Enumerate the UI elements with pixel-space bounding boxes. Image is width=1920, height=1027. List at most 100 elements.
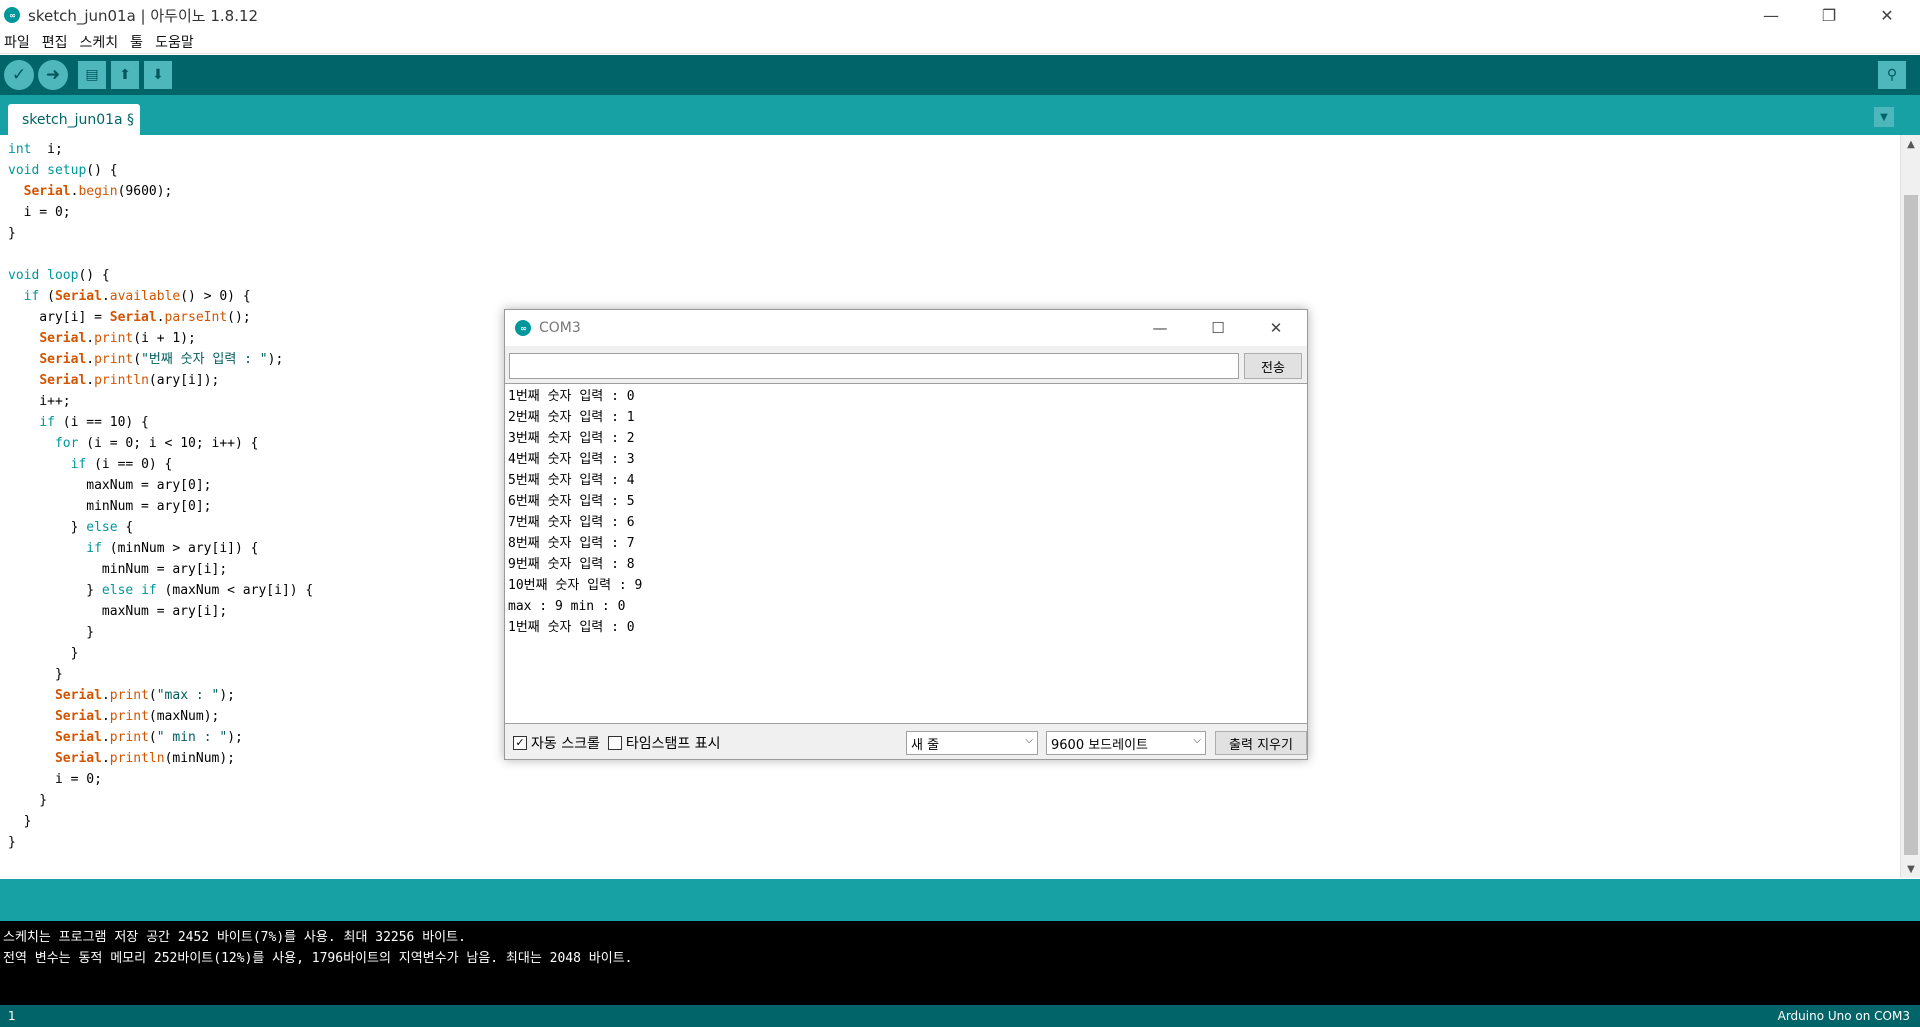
open-button[interactable]: ⬆ bbox=[111, 61, 139, 89]
menu-sketch[interactable]: 스케치 bbox=[80, 32, 119, 52]
code-line: void loop() { bbox=[8, 265, 313, 286]
code-token: maxNum = ary[i]; bbox=[8, 604, 228, 619]
code-token: (); bbox=[227, 310, 251, 325]
autoscroll-checkbox[interactable]: ✓ 자동 스크롤 bbox=[513, 733, 600, 753]
monitor-title: COM3 bbox=[539, 320, 581, 336]
code-line: maxNum = ary[0]; bbox=[8, 475, 313, 496]
verify-button[interactable]: ✓ bbox=[4, 60, 34, 90]
scroll-thumb[interactable] bbox=[1904, 195, 1918, 855]
console-line: 스케치는 프로그램 저장 공간 2452 바이트(7%)를 사용. 최대 322… bbox=[3, 930, 466, 945]
code-token: (i + 1); bbox=[133, 331, 196, 346]
line-number: 1 bbox=[8, 1009, 16, 1023]
upload-button[interactable]: ➜ bbox=[38, 60, 68, 90]
menu-tools[interactable]: 툴 bbox=[130, 32, 143, 52]
minimize-button[interactable]: — bbox=[1742, 0, 1800, 30]
code-line: Serial.print(maxNum); bbox=[8, 706, 313, 727]
monitor-close-button[interactable]: ✕ bbox=[1247, 310, 1305, 346]
console-line: 전역 변수는 동적 메모리 252바이트(12%)를 사용, 1796바이트의 … bbox=[3, 951, 633, 966]
code-token: . bbox=[86, 331, 95, 346]
code-token: } bbox=[8, 583, 102, 598]
menu-file[interactable]: 파일 bbox=[4, 32, 30, 52]
code-token: ( bbox=[133, 352, 142, 367]
scroll-down-icon[interactable]: ▼ bbox=[1901, 860, 1920, 878]
chevron-down-icon: ⌵ bbox=[1025, 735, 1033, 746]
tab-sketch[interactable]: sketch_jun01a § bbox=[8, 104, 141, 135]
menu-help[interactable]: 도움말 bbox=[155, 32, 194, 52]
code-token: available bbox=[109, 289, 181, 304]
code-token: . bbox=[86, 373, 95, 388]
code-token: else bbox=[86, 520, 118, 535]
serial-input[interactable] bbox=[509, 353, 1239, 379]
editor-scrollbar[interactable]: ▲ ▼ bbox=[1900, 135, 1920, 878]
serial-monitor-window: ∞ COM3 — ☐ ✕ 전송 1번째 숫자 입력 : 0 2번째 숫자 입력 :… bbox=[504, 309, 1308, 760]
send-button[interactable]: 전송 bbox=[1244, 353, 1302, 379]
line-ending-select[interactable]: 새 줄 ⌵ bbox=[906, 731, 1038, 755]
code-token: () { bbox=[78, 268, 110, 283]
new-sketch-button[interactable]: ▤ bbox=[78, 61, 106, 89]
restore-button[interactable]: ❐ bbox=[1800, 0, 1858, 30]
code-token: i++; bbox=[8, 394, 71, 409]
menu-edit[interactable]: 편집 bbox=[42, 32, 68, 52]
code-token: . bbox=[86, 352, 95, 367]
tab-menu-button[interactable]: ▼ bbox=[1874, 107, 1894, 127]
code-token: print bbox=[109, 730, 149, 745]
close-icon: ✕ bbox=[1880, 5, 1894, 25]
code-text[interactable]: int i; void setup() { Serial.begin(9600);… bbox=[8, 139, 313, 853]
serial-output-line: 7번째 숫자 입력 : 6 bbox=[508, 515, 635, 530]
code-token: Serial bbox=[54, 709, 102, 724]
code-token: (i == 10) { bbox=[54, 415, 149, 430]
code-token: (maxNum); bbox=[148, 709, 220, 724]
scroll-up-icon[interactable]: ▲ bbox=[1901, 135, 1920, 153]
code-token: (minNum); bbox=[164, 751, 236, 766]
code-token: println bbox=[94, 373, 149, 388]
close-icon: ✕ bbox=[1269, 319, 1283, 337]
code-line: Serial.print("max : "); bbox=[8, 685, 313, 706]
arduino-logo-icon: ∞ bbox=[4, 7, 20, 23]
code-token: i = 0; bbox=[8, 205, 71, 220]
code-line: i++; bbox=[8, 391, 313, 412]
baud-rate-select[interactable]: 9600 보드레이트 ⌵ bbox=[1046, 731, 1206, 755]
save-button[interactable]: ⬇ bbox=[144, 61, 172, 89]
serial-output-line: 10번째 숫자 입력 : 9 bbox=[508, 578, 643, 593]
code-token: . bbox=[101, 709, 110, 724]
code-token: (maxNum < ary[i]) { bbox=[156, 583, 314, 598]
code-token: ( bbox=[148, 730, 157, 745]
code-line: if (i == 0) { bbox=[8, 454, 313, 475]
serial-monitor-button[interactable]: ⚲ bbox=[1878, 61, 1906, 89]
code-token: setup bbox=[47, 163, 87, 178]
monitor-maximize-button[interactable]: ☐ bbox=[1189, 310, 1247, 346]
code-token: if bbox=[39, 415, 55, 430]
monitor-minimize-button[interactable]: — bbox=[1131, 310, 1189, 346]
code-token: . bbox=[101, 289, 110, 304]
serial-output-line: 1번째 숫자 입력 : 0 bbox=[508, 620, 635, 635]
code-token: begin bbox=[78, 184, 118, 199]
code-token: ); bbox=[219, 688, 236, 703]
code-token: { bbox=[117, 520, 134, 535]
serial-output-line: max : 9 min : 0 bbox=[508, 599, 626, 614]
code-line: if (Serial.available() > 0) { bbox=[8, 286, 313, 307]
clear-output-button[interactable]: 출력 지우기 bbox=[1215, 731, 1307, 755]
autoscroll-label: 자동 스크롤 bbox=[531, 735, 600, 752]
code-token: "max : " bbox=[156, 688, 220, 703]
code-token: " min : " bbox=[156, 730, 228, 745]
arrow-down-icon: ⬇ bbox=[152, 67, 164, 83]
code-token: } bbox=[8, 520, 87, 535]
code-line: Serial.println(ary[i]); bbox=[8, 370, 313, 391]
code-token: if bbox=[23, 289, 40, 304]
arrow-right-icon: ➜ bbox=[45, 65, 61, 85]
board-info: Arduino Uno on COM3 bbox=[1777, 1009, 1910, 1023]
code-line: ary[i] = Serial.parseInt(); bbox=[8, 307, 313, 328]
timestamp-checkbox[interactable]: 타임스탬프 표시 bbox=[607, 733, 720, 753]
code-token: (ary[i]); bbox=[148, 373, 220, 388]
close-button[interactable]: ✕ bbox=[1858, 0, 1916, 30]
code-token: i; bbox=[31, 142, 63, 157]
